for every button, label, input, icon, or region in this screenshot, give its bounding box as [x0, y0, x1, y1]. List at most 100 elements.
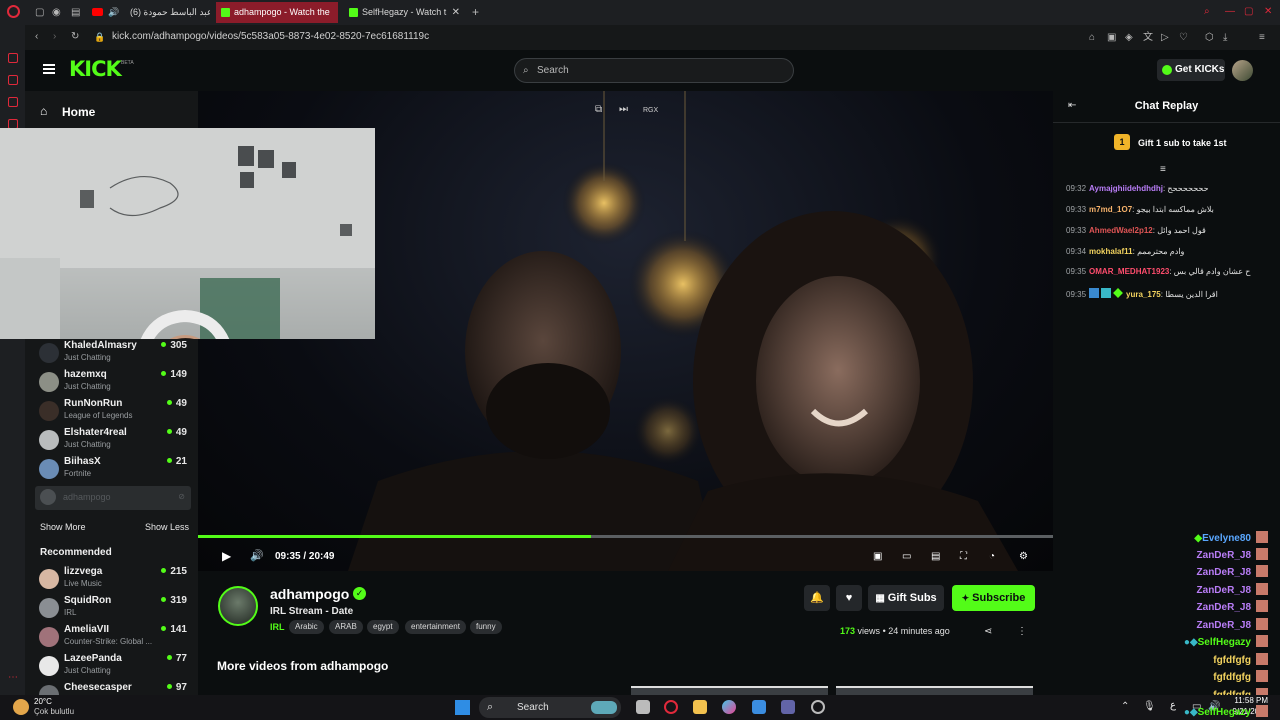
file-explorer-icon[interactable] — [693, 700, 707, 714]
channel-item[interactable]: KhaledAlmasry Just Chatting 305 — [25, 339, 198, 367]
translate-icon[interactable]: 文 — [1143, 32, 1153, 44]
channel-name[interactable]: adhampogo — [270, 586, 349, 602]
tab-youtube[interactable]: 🔊 عبد الباسط حمودة (6) — [88, 2, 210, 23]
task-view-icon[interactable] — [636, 700, 650, 714]
kick-logo[interactable]: KICK — [69, 57, 122, 81]
channel-item[interactable]: LazeePanda Just Chatting 77 — [25, 652, 198, 680]
message-user[interactable]: m7md_1O7 — [1089, 205, 1132, 214]
taskbar-search[interactable]: ⌕ Search — [479, 697, 621, 718]
back-icon[interactable]: ‹ — [35, 31, 38, 43]
share-icon[interactable]: ⋖ — [984, 626, 992, 638]
pinned-collapse-icon[interactable]: ≡ — [1160, 164, 1166, 176]
extensions-icon[interactable]: ⬡ — [1205, 32, 1214, 44]
language-indicator[interactable]: ع — [1170, 700, 1176, 711]
play-icon[interactable]: ▷ — [1161, 32, 1169, 44]
heart-icon[interactable]: ♡ — [1179, 32, 1188, 44]
volume-icon[interactable]: 🔊 — [250, 550, 264, 562]
gift-subs-button[interactable]: ▦ Gift Subs — [868, 585, 944, 611]
skip-next-icon[interactable]: ⏭ — [619, 104, 628, 116]
channel-item[interactable]: RunNonRun League of Legends 49 — [25, 397, 198, 425]
weather-desc[interactable]: Çok bulutlu — [34, 707, 74, 716]
channel-item[interactable]: Elshater4real Just Chatting 49 — [25, 426, 198, 454]
close-window-icon[interactable]: ✕ — [1264, 6, 1272, 18]
notification-bell-button[interactable]: 🔔 — [804, 585, 830, 611]
microphone-icon[interactable]: 🎙 — [1143, 701, 1156, 713]
maximize-icon[interactable]: ▢ — [1244, 6, 1253, 18]
tag-chip[interactable]: funny — [470, 620, 502, 634]
sidebar-app-icon[interactable] — [8, 75, 18, 85]
more-options-icon[interactable]: ⋮ — [1017, 626, 1027, 638]
search-tabs-icon[interactable]: ⌕ — [1204, 6, 1210, 18]
sidebar-more-icon[interactable]: ⋯ — [8, 672, 18, 683]
copilot-icon[interactable] — [722, 700, 736, 714]
clock-time[interactable]: 11:58 PM — [1230, 696, 1268, 705]
channel-item-offline[interactable]: adhampogo ⊘ — [35, 486, 191, 510]
messenger-icon[interactable]: ◉ — [52, 7, 61, 19]
theater-mode-icon[interactable]: ▭ — [902, 551, 911, 563]
fullscreen-icon[interactable]: ⛶ — [960, 551, 967, 563]
channel-item[interactable]: Cheesecasper 97 — [25, 681, 198, 695]
sidebar-app-icon[interactable] — [8, 53, 18, 63]
channel-item[interactable]: SquidRon IRL 319 — [25, 594, 198, 622]
show-more-button[interactable]: Show More — [40, 522, 86, 532]
user-avatar[interactable] — [1232, 60, 1253, 81]
url-field[interactable]: kick.com/adhampogo/videos/5c583a05-8873-… — [112, 31, 429, 42]
forward-icon[interactable]: › — [53, 31, 56, 43]
snapshot-icon[interactable]: ▣ — [1107, 32, 1116, 44]
popout-icon[interactable]: ⧉ — [595, 104, 602, 116]
settings-gear-icon[interactable]: ⚙ — [1019, 551, 1028, 563]
opera-taskbar-icon[interactable] — [664, 700, 678, 714]
message-user[interactable]: OMAR_MEDHAT1923 — [1089, 267, 1169, 276]
tab-adhampogo[interactable]: adhampogo - Watch the — [216, 2, 338, 23]
weather-icon[interactable] — [13, 699, 29, 715]
message-user[interactable]: Aymajghiidehdhdhj — [1089, 184, 1163, 193]
hamburger-menu-icon[interactable] — [43, 64, 55, 74]
tab-icon[interactable]: ▤ — [71, 7, 80, 19]
tag-chip[interactable]: entertainment — [405, 620, 466, 634]
video-thumbnail[interactable] — [631, 686, 828, 695]
playback-speed-icon[interactable]: ◔ — [989, 551, 995, 563]
pin-icon[interactable]: ⌂ — [1089, 32, 1095, 44]
message-user[interactable]: AhmedWael2p12 — [1089, 226, 1153, 235]
menu-icon[interactable]: ≡ — [1259, 32, 1265, 44]
reload-icon[interactable]: ↻ — [71, 31, 79, 43]
subscribe-button[interactable]: ✦ Subscribe — [952, 585, 1035, 611]
play-button[interactable]: ▶ — [222, 550, 231, 562]
weather-temp[interactable]: 20°C — [34, 697, 52, 706]
get-kicks-button[interactable]: Get KICKs — [1157, 59, 1225, 81]
tag-chip[interactable]: egypt — [367, 620, 399, 634]
close-tab-icon[interactable]: ✕ — [452, 2, 460, 23]
channel-item[interactable]: lizzvega Live Music 215 — [25, 565, 198, 593]
captions-icon[interactable]: ▤ — [931, 551, 940, 563]
workspace-icon[interactable]: ▢ — [35, 7, 44, 19]
tag-chip[interactable]: Arabic — [289, 620, 324, 634]
follow-heart-button[interactable]: ♥ — [836, 585, 862, 611]
category-link[interactable]: IRL — [270, 622, 285, 632]
search-input[interactable]: ⌕ Search — [514, 58, 794, 83]
app-icon[interactable] — [811, 700, 825, 714]
start-windows-icon[interactable] — [455, 700, 470, 715]
channel-avatar[interactable] — [218, 586, 258, 626]
minimize-icon[interactable]: — — [1225, 6, 1235, 18]
new-tab-icon[interactable]: + — [472, 6, 479, 18]
download-icon[interactable]: ⤓ — [1223, 32, 1227, 44]
message-user[interactable]: mokhalaf11 — [1089, 247, 1133, 256]
opera-logo-icon[interactable] — [7, 5, 20, 18]
tab-selfhegazy[interactable]: SelfHegazy - Watch t ✕ — [344, 2, 466, 23]
sidebar-app-icon[interactable] — [8, 97, 18, 107]
channel-item[interactable]: AmeliaVII Counter-Strike: Global ... 141 — [25, 623, 198, 651]
pinned-gift-text[interactable]: Gift 1 sub to take 1st — [1138, 138, 1227, 148]
shield-icon[interactable]: ◈ — [1125, 32, 1133, 44]
speaker-icon[interactable]: 🔊 — [108, 2, 119, 23]
channel-item[interactable]: hazemxq Just Chatting 149 — [25, 368, 198, 396]
progress-bar[interactable] — [198, 535, 1053, 538]
tag-chip[interactable]: ARAB — [329, 620, 363, 634]
tray-chevron-icon[interactable]: ⌃ — [1121, 701, 1129, 713]
teams-icon[interactable] — [781, 700, 795, 714]
store-icon[interactable] — [752, 700, 766, 714]
show-less-button[interactable]: Show Less — [145, 522, 189, 532]
miniplayer-icon[interactable]: ▣ — [873, 551, 882, 563]
video-thumbnail[interactable] — [836, 686, 1033, 695]
channel-item[interactable]: BiihasX Fortnite 21 — [25, 455, 198, 483]
message-user[interactable]: yura_175 — [1126, 290, 1161, 299]
